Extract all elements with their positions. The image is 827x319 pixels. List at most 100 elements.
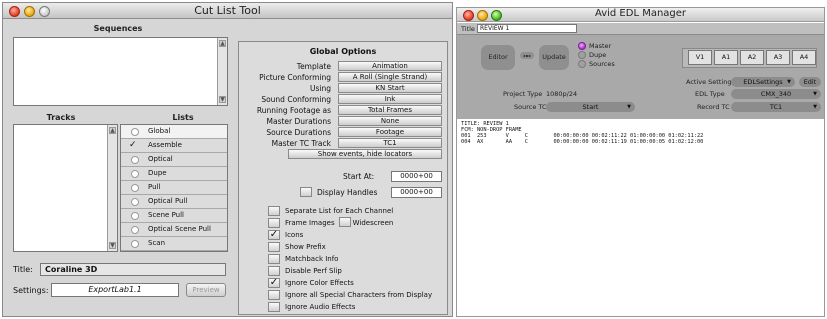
edl-listing: TITLE: REVIEW 1 FCM: NON-DROP FRAME 001 25…: [461, 121, 703, 145]
ignore-special-characters-checkbox[interactable]: [268, 290, 280, 300]
ignore-special-characters-option[interactable]: Ignore all Special Characters from Displ…: [268, 289, 432, 301]
sound-conforming-select[interactable]: Ink: [338, 94, 442, 104]
using-label: Using: [310, 84, 331, 93]
template-select[interactable]: Animation: [338, 61, 442, 71]
edl-type-value: CMX_340: [760, 90, 792, 98]
radio-icon: [131, 240, 139, 248]
edl-title-bar[interactable]: Avid EDL Manager: [457, 8, 824, 22]
list-item[interactable]: Dupe: [121, 167, 227, 181]
record-tc-select[interactable]: TC1 ▼: [731, 102, 821, 112]
ignore-audio-effects-option[interactable]: Ignore Audio Effects: [268, 301, 355, 313]
settings-label: Settings:: [13, 286, 49, 295]
title-field[interactable]: Coraline 3D: [40, 263, 226, 276]
disable-perf-slip-checkbox[interactable]: [268, 266, 280, 276]
list-item-label: Dupe: [148, 169, 167, 177]
track-a2-button[interactable]: A2: [740, 50, 764, 65]
transfer-arrow-icon[interactable]: ◂◂▸▸: [520, 52, 534, 59]
ignore-color-effects-checkbox[interactable]: ✓: [268, 278, 280, 288]
scroll-up-icon[interactable]: ▲: [109, 127, 116, 134]
picture-conforming-select[interactable]: A Roll (Single Strand): [338, 72, 442, 82]
master-durations-label: Master Durations: [266, 117, 331, 126]
update-button[interactable]: Update: [539, 45, 569, 70]
matchback-info-option[interactable]: Matchback Info: [268, 253, 338, 265]
list-item-label: Optical Scene Pull: [148, 225, 211, 233]
cut-list-title-bar[interactable]: Cut List Tool: [3, 3, 452, 19]
edl-title-field[interactable]: REVIEW 1: [477, 24, 577, 33]
preview-button[interactable]: Preview: [186, 283, 226, 297]
master-radio[interactable]: [578, 42, 586, 50]
show-prefix-checkbox[interactable]: [268, 242, 280, 252]
track-a1-button[interactable]: A1: [714, 50, 738, 65]
template-label: Template: [296, 62, 331, 71]
display-handles-checkbox[interactable]: [300, 187, 312, 197]
scroll-up-icon[interactable]: ▲: [219, 40, 226, 47]
source-durations-select[interactable]: Footage: [338, 127, 442, 137]
sources-label: Sources: [589, 60, 615, 68]
list-item[interactable]: Scan: [121, 237, 227, 251]
edl-line: 004 AX AA C 00:00:00:00 00:02:11:19 01:0…: [461, 139, 704, 145]
scroll-down-icon[interactable]: ▼: [219, 96, 226, 103]
edl-type-select[interactable]: CMX_340 ▼: [731, 89, 821, 99]
scroll-down-icon[interactable]: ▼: [109, 242, 116, 249]
start-at-field[interactable]: 0000+00: [391, 171, 442, 182]
frame-images-option[interactable]: Frame Images Widescreen: [268, 217, 393, 229]
show-events-select[interactable]: Show events, hide locators: [288, 149, 442, 159]
list-item[interactable]: ✓ Assemble: [121, 139, 227, 153]
list-item[interactable]: Global: [121, 125, 227, 139]
show-prefix-option[interactable]: Show Prefix: [268, 241, 326, 253]
widescreen-checkbox[interactable]: [338, 217, 351, 227]
edit-button[interactable]: Edit: [799, 77, 821, 87]
project-type-label: Project Type: [503, 90, 543, 98]
ignore-audio-effects-checkbox[interactable]: [268, 302, 280, 312]
list-item[interactable]: Pull: [121, 181, 227, 195]
master-durations-select[interactable]: None: [338, 116, 442, 126]
list-item[interactable]: Optical Pull: [121, 195, 227, 209]
sequences-scrollbar[interactable]: ▲ ▼: [217, 38, 227, 105]
icons-option[interactable]: ✓ Icons: [268, 229, 303, 241]
option-label: Ignore Color Effects: [285, 279, 354, 287]
track-v1-button[interactable]: V1: [688, 50, 712, 65]
separate-list-checkbox[interactable]: [268, 206, 280, 216]
settings-field[interactable]: ExportLab1.1: [51, 283, 179, 297]
picture-conforming-label: Picture Conforming: [259, 73, 331, 82]
radio-icon: [131, 184, 139, 192]
chevron-down-icon: ▼: [787, 79, 791, 85]
active-setting-value: EDLSettings: [743, 78, 783, 86]
source-tc-value: Start: [582, 103, 599, 111]
widescreen-label: Widescreen: [352, 219, 394, 227]
matchback-info-checkbox[interactable]: [268, 254, 280, 264]
option-label: Icons: [285, 231, 304, 239]
track-a4-button[interactable]: A4: [792, 50, 816, 65]
running-footage-select[interactable]: Total Frames: [338, 105, 442, 115]
source-tc-select[interactable]: Start ▼: [546, 102, 635, 112]
separate-list-option[interactable]: Separate List for Each Channel: [268, 205, 393, 217]
master-tc-track-select[interactable]: TC1: [338, 138, 442, 148]
master-label: Master: [589, 42, 612, 50]
option-label: Ignore all Special Characters from Displ…: [285, 291, 433, 299]
icons-checkbox[interactable]: ✓: [268, 230, 280, 240]
active-setting-select[interactable]: EDLSettings ▼: [731, 77, 795, 87]
ignore-color-effects-option[interactable]: ✓ Ignore Color Effects: [268, 277, 354, 289]
running-footage-label: Running Footage as: [256, 106, 331, 115]
option-label: Matchback Info: [285, 255, 339, 263]
track-a3-button[interactable]: A3: [766, 50, 790, 65]
editor-button[interactable]: Editor: [481, 45, 515, 70]
list-item-label: Scan: [148, 239, 166, 247]
list-item[interactable]: Optical: [121, 153, 227, 167]
list-item-label: Global: [148, 127, 171, 135]
list-item[interactable]: Scene Pull: [121, 209, 227, 223]
list-item[interactable]: Optical Scene Pull: [121, 223, 227, 237]
disable-perf-slip-option[interactable]: Disable Perf Slip: [268, 265, 342, 277]
sources-radio[interactable]: [578, 60, 586, 68]
option-label: Ignore Audio Effects: [285, 303, 356, 311]
display-handles-label: Display Handles: [317, 188, 378, 197]
using-select[interactable]: KN Start: [338, 83, 442, 93]
tracks-scrollbar[interactable]: ▲ ▼: [107, 125, 117, 251]
list-item-label: Scene Pull: [148, 211, 184, 219]
source-tc-label: Source TC: [514, 103, 547, 111]
tracks-list[interactable]: ▲ ▼: [13, 124, 118, 252]
frame-images-checkbox[interactable]: [268, 218, 280, 228]
display-handles-field[interactable]: 0000+00: [391, 187, 442, 198]
sequences-list[interactable]: ▲ ▼: [13, 37, 228, 106]
dupe-radio[interactable]: [578, 51, 586, 59]
